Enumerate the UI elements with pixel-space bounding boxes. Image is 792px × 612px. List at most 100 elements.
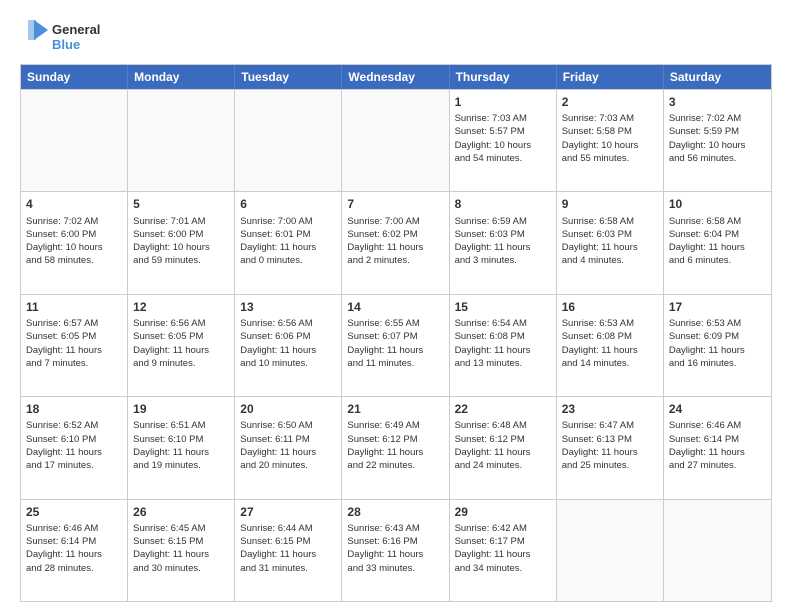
- day-info: Sunrise: 6:58 AMSunset: 6:04 PMDaylight:…: [669, 215, 766, 268]
- day-number: 6: [240, 196, 336, 212]
- cal-cell: [664, 500, 771, 601]
- day-number: 16: [562, 299, 658, 315]
- day-number: 13: [240, 299, 336, 315]
- day-info: Sunrise: 6:59 AMSunset: 6:03 PMDaylight:…: [455, 215, 551, 268]
- day-number: 1: [455, 94, 551, 110]
- cal-cell: [235, 90, 342, 191]
- day-number: 12: [133, 299, 229, 315]
- cal-cell: 23Sunrise: 6:47 AMSunset: 6:13 PMDayligh…: [557, 397, 664, 498]
- page-header: General Blue: [20, 16, 772, 56]
- cal-cell: 27 Sunrise: 6:44 AMSunset: 6:15 PMDayligh…: [235, 500, 342, 601]
- day-number: 29: [455, 504, 551, 520]
- cal-cell: 26 Sunrise: 6:45 AMSunset: 6:15 PMDayligh…: [128, 500, 235, 601]
- day-info: Sunrise: 7:01 AMSunset: 6:00 PMDaylight:…: [133, 215, 229, 268]
- cal-cell: [557, 500, 664, 601]
- cal-cell: 14 Sunrise: 6:55 AMSunset: 6:07 PMDayligh…: [342, 295, 449, 396]
- day-info: Sunrise: 6:52 AMSunset: 6:10 PMDaylight:…: [26, 419, 122, 472]
- day-number: 5: [133, 196, 229, 212]
- header-day-saturday: Saturday: [664, 65, 771, 89]
- day-number: 25: [26, 504, 122, 520]
- day-info: Sunrise: 6:43 AMSunset: 6:16 PMDaylight:…: [347, 522, 443, 575]
- cal-cell: 6 Sunrise: 7:00 AMSunset: 6:01 PMDaylight…: [235, 192, 342, 293]
- day-number: 18: [26, 401, 122, 417]
- day-info: Sunrise: 6:47 AMSunset: 6:13 PMDaylight:…: [562, 419, 658, 472]
- cal-week-2: 4 Sunrise: 7:02 AMSunset: 6:00 PMDaylight…: [21, 191, 771, 293]
- day-number: 21: [347, 401, 443, 417]
- cal-cell: 17Sunrise: 6:53 AMSunset: 6:09 PMDayligh…: [664, 295, 771, 396]
- cal-cell: 21 Sunrise: 6:49 AMSunset: 6:12 PMDayligh…: [342, 397, 449, 498]
- header-day-sunday: Sunday: [21, 65, 128, 89]
- day-info: Sunrise: 6:46 AMSunset: 6:14 PMDaylight:…: [26, 522, 122, 575]
- cal-cell: 15Sunrise: 6:54 AMSunset: 6:08 PMDayligh…: [450, 295, 557, 396]
- cal-week-3: 11 Sunrise: 6:57 AMSunset: 6:05 PMDayligh…: [21, 294, 771, 396]
- cal-cell: 3 Sunrise: 7:02 AMSunset: 5:59 PMDaylight…: [664, 90, 771, 191]
- cal-week-1: 1Sunrise: 7:03 AMSunset: 5:57 PMDaylight…: [21, 89, 771, 191]
- day-number: 27: [240, 504, 336, 520]
- cal-cell: 29 Sunrise: 6:42 AMSunset: 6:17 PMDayligh…: [450, 500, 557, 601]
- day-info: Sunrise: 7:02 AMSunset: 6:00 PMDaylight:…: [26, 215, 122, 268]
- header-day-monday: Monday: [128, 65, 235, 89]
- day-info: Sunrise: 6:50 AMSunset: 6:11 PMDaylight:…: [240, 419, 336, 472]
- day-number: 26: [133, 504, 229, 520]
- day-info: Sunrise: 6:55 AMSunset: 6:07 PMDaylight:…: [347, 317, 443, 370]
- day-number: 10: [669, 196, 766, 212]
- cal-cell: [342, 90, 449, 191]
- day-info: Sunrise: 6:56 AMSunset: 6:05 PMDaylight:…: [133, 317, 229, 370]
- day-info: Sunrise: 6:56 AMSunset: 6:06 PMDaylight:…: [240, 317, 336, 370]
- header-day-wednesday: Wednesday: [342, 65, 449, 89]
- cal-cell: 28 Sunrise: 6:43 AMSunset: 6:16 PMDayligh…: [342, 500, 449, 601]
- header-day-thursday: Thursday: [450, 65, 557, 89]
- day-number: 9: [562, 196, 658, 212]
- day-number: 19: [133, 401, 229, 417]
- day-number: 2: [562, 94, 658, 110]
- day-number: 24: [669, 401, 766, 417]
- cal-cell: 10 Sunrise: 6:58 AMSunset: 6:04 PMDayligh…: [664, 192, 771, 293]
- day-info: Sunrise: 6:45 AMSunset: 6:15 PMDaylight:…: [133, 522, 229, 575]
- cal-cell: [128, 90, 235, 191]
- day-number: 11: [26, 299, 122, 315]
- calendar: SundayMondayTuesdayWednesdayThursdayFrid…: [20, 64, 772, 602]
- cal-cell: 22Sunrise: 6:48 AMSunset: 6:12 PMDayligh…: [450, 397, 557, 498]
- cal-cell: 7Sunrise: 7:00 AMSunset: 6:02 PMDaylight…: [342, 192, 449, 293]
- header-day-friday: Friday: [557, 65, 664, 89]
- cal-cell: 20 Sunrise: 6:50 AMSunset: 6:11 PMDayligh…: [235, 397, 342, 498]
- cal-cell: 24 Sunrise: 6:46 AMSunset: 6:14 PMDayligh…: [664, 397, 771, 498]
- logo-icon: General Blue: [20, 16, 130, 56]
- day-info: Sunrise: 7:03 AMSunset: 5:58 PMDaylight:…: [562, 112, 658, 165]
- cal-week-5: 25 Sunrise: 6:46 AMSunset: 6:14 PMDayligh…: [21, 499, 771, 601]
- cal-cell: [21, 90, 128, 191]
- cal-cell: 1Sunrise: 7:03 AMSunset: 5:57 PMDaylight…: [450, 90, 557, 191]
- svg-text:General: General: [52, 22, 100, 37]
- day-info: Sunrise: 6:46 AMSunset: 6:14 PMDaylight:…: [669, 419, 766, 472]
- day-number: 7: [347, 196, 443, 212]
- day-info: Sunrise: 6:57 AMSunset: 6:05 PMDaylight:…: [26, 317, 122, 370]
- logo: General Blue: [20, 16, 130, 56]
- day-info: Sunrise: 6:44 AMSunset: 6:15 PMDaylight:…: [240, 522, 336, 575]
- cal-cell: 25 Sunrise: 6:46 AMSunset: 6:14 PMDayligh…: [21, 500, 128, 601]
- day-number: 3: [669, 94, 766, 110]
- cal-week-4: 18 Sunrise: 6:52 AMSunset: 6:10 PMDayligh…: [21, 396, 771, 498]
- cal-cell: 8 Sunrise: 6:59 AMSunset: 6:03 PMDaylight…: [450, 192, 557, 293]
- header-day-tuesday: Tuesday: [235, 65, 342, 89]
- day-info: Sunrise: 6:53 AMSunset: 6:09 PMDaylight:…: [669, 317, 766, 370]
- day-info: Sunrise: 6:54 AMSunset: 6:08 PMDaylight:…: [455, 317, 551, 370]
- cal-cell: 19 Sunrise: 6:51 AMSunset: 6:10 PMDayligh…: [128, 397, 235, 498]
- day-info: Sunrise: 6:42 AMSunset: 6:17 PMDaylight:…: [455, 522, 551, 575]
- day-info: Sunrise: 6:51 AMSunset: 6:10 PMDaylight:…: [133, 419, 229, 472]
- day-number: 20: [240, 401, 336, 417]
- day-number: 14: [347, 299, 443, 315]
- day-info: Sunrise: 6:58 AMSunset: 6:03 PMDaylight:…: [562, 215, 658, 268]
- day-info: Sunrise: 7:00 AMSunset: 6:01 PMDaylight:…: [240, 215, 336, 268]
- calendar-body: 1Sunrise: 7:03 AMSunset: 5:57 PMDaylight…: [21, 89, 771, 601]
- cal-cell: 5 Sunrise: 7:01 AMSunset: 6:00 PMDaylight…: [128, 192, 235, 293]
- cal-cell: 12 Sunrise: 6:56 AMSunset: 6:05 PMDayligh…: [128, 295, 235, 396]
- day-number: 4: [26, 196, 122, 212]
- day-info: Sunrise: 7:02 AMSunset: 5:59 PMDaylight:…: [669, 112, 766, 165]
- cal-cell: 9 Sunrise: 6:58 AMSunset: 6:03 PMDaylight…: [557, 192, 664, 293]
- day-info: Sunrise: 6:49 AMSunset: 6:12 PMDaylight:…: [347, 419, 443, 472]
- cal-cell: 16 Sunrise: 6:53 AMSunset: 6:08 PMDayligh…: [557, 295, 664, 396]
- day-info: Sunrise: 6:53 AMSunset: 6:08 PMDaylight:…: [562, 317, 658, 370]
- day-number: 28: [347, 504, 443, 520]
- day-number: 8: [455, 196, 551, 212]
- day-number: 22: [455, 401, 551, 417]
